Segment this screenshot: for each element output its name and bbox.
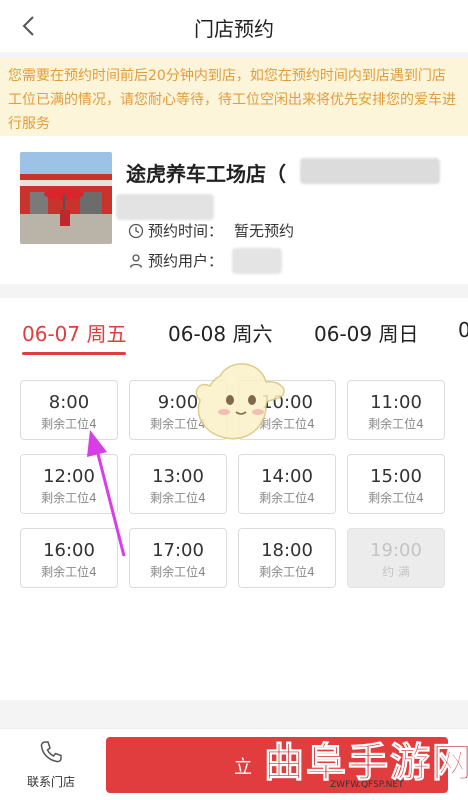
store-photo: [20, 152, 112, 244]
reservation-time-row: 预约时间： 暂无预约: [128, 220, 294, 241]
reservation-time-label: 预约时间：: [148, 222, 224, 240]
redacted-store-suffix: [300, 158, 440, 184]
reservation-user-label: 预约用户：: [148, 252, 224, 270]
redacted-user: [232, 248, 282, 274]
app-header: 门店预约: [0, 0, 468, 52]
time-slot[interactable]: 11:00 剩余工位4: [347, 380, 445, 440]
time-slot[interactable]: 16:00 剩余工位4: [20, 528, 118, 588]
phone-icon: [40, 741, 62, 763]
reservation-time-value: 暂无预约: [234, 222, 295, 240]
mascot-sticker: [195, 363, 285, 440]
active-tab-indicator: [22, 352, 126, 355]
tab-date-0607[interactable]: 06-07 周五: [22, 318, 126, 347]
tab-date-0608[interactable]: 06-08 周六: [168, 318, 272, 347]
store-name: 途虎养车工场店（: [126, 162, 286, 186]
page-title: 门店预约: [194, 17, 274, 41]
tab-date-next-partial[interactable]: 0: [458, 318, 468, 342]
tab-date-0609[interactable]: 06-09 周日: [314, 318, 418, 347]
contact-store-label: 联系门店: [26, 775, 75, 789]
time-slot[interactable]: 15:00 剩余工位4: [347, 454, 445, 514]
contact-store-button[interactable]: 联系门店: [14, 739, 88, 790]
site-watermark: 曲阜手游网 ZWFW.QFSP.NET: [260, 728, 468, 800]
time-slot[interactable]: 17:00 剩余工位4: [129, 528, 227, 588]
notice-banner: 您需要在预约时间前后20分钟内到店，如您在预约时间内到店遇到门店工位已满的情况，…: [0, 58, 468, 136]
time-slot[interactable]: 18:00 剩余工位4: [238, 528, 336, 588]
user-icon: [129, 253, 143, 268]
time-slot[interactable]: 8:00 剩余工位4: [20, 380, 118, 440]
date-tabs: 06-07 周五 06-08 周六 06-09 周日 0: [0, 298, 468, 360]
time-slot[interactable]: 14:00 剩余工位4: [238, 454, 336, 514]
store-card: 途虎养车工场店（ 预约时间： 暂无预约 预约用户：: [0, 136, 468, 284]
redacted-info: [116, 194, 214, 220]
time-slot[interactable]: 13:00 剩余工位4: [129, 454, 227, 514]
time-slot[interactable]: 12:00 剩余工位4: [20, 454, 118, 514]
reservation-user-row: 预约用户：: [128, 250, 223, 271]
time-slot-full: 19:00 约 满: [347, 528, 445, 588]
watermark-url: ZWFW.QFSP.NET: [330, 780, 404, 790]
clock-icon: [128, 223, 144, 238]
